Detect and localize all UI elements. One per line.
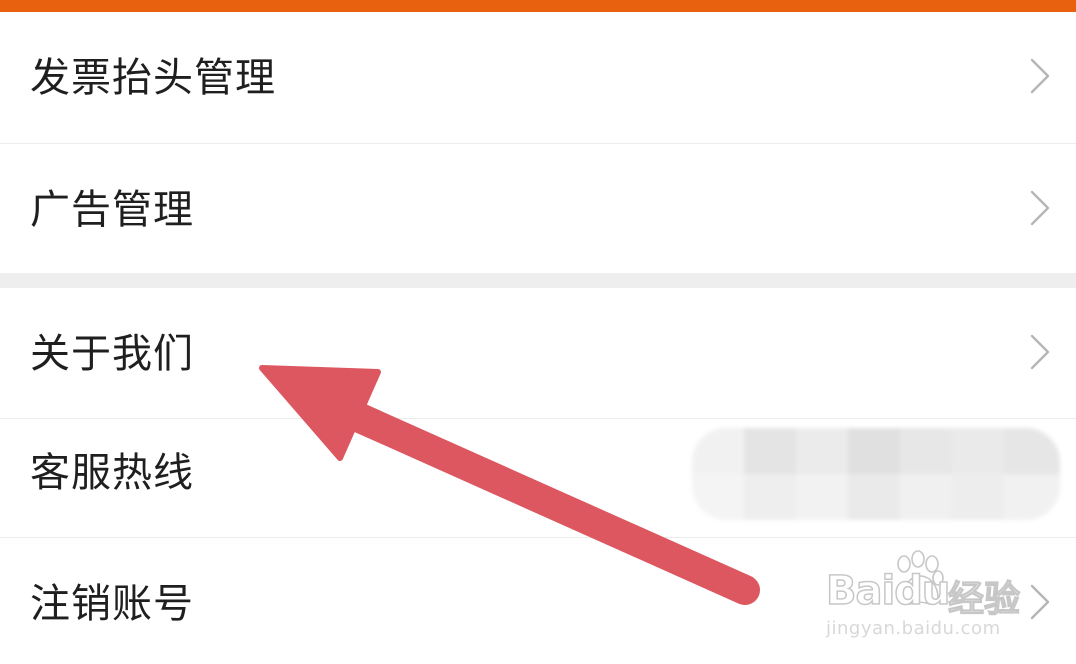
chevron-right-icon <box>1030 190 1050 226</box>
menu-item-ad-management[interactable]: 广告管理 <box>0 144 1076 273</box>
redacted-phone-number <box>692 428 1060 520</box>
menu-item-label: 广告管理 <box>30 187 194 233</box>
menu-item-label: 客服热线 <box>30 450 194 496</box>
menu-item-label: 发票抬头管理 <box>30 55 276 101</box>
section-separator <box>0 273 1076 288</box>
chevron-right-icon <box>1030 584 1050 620</box>
menu-item-label: 关于我们 <box>30 331 194 377</box>
menu-item-about-us[interactable]: 关于我们 <box>0 288 1076 418</box>
menu-item-label: 注销账号 <box>30 581 194 627</box>
watermark-brand: Baidu <box>825 567 951 615</box>
menu-item-invoice-title[interactable]: 发票抬头管理 <box>0 12 1076 143</box>
watermark-url: jingyan.baidu.com <box>826 618 1001 639</box>
chevron-right-icon <box>1030 334 1050 370</box>
chevron-right-icon <box>1030 58 1050 94</box>
watermark-brand-cn: 经验 <box>947 578 1021 620</box>
settings-page: 发票抬头管理 广告管理 关于我们 客服热线 注销账号 Baidu 经验 jing… <box>0 0 1076 664</box>
header-accent-bar <box>0 0 1076 12</box>
baidu-watermark: Baidu 经验 jingyan.baidu.com <box>825 548 1026 648</box>
